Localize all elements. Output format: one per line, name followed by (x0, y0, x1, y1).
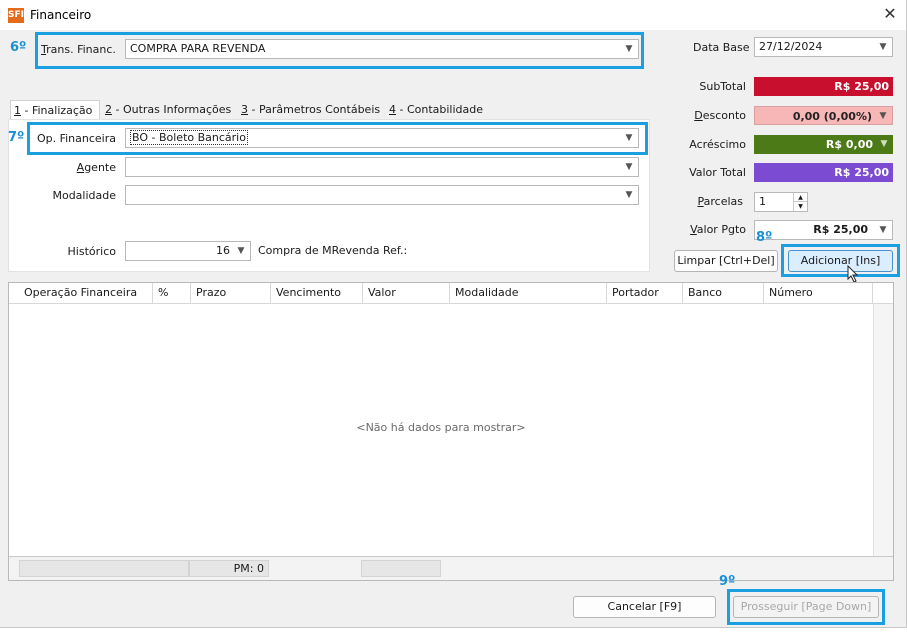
tab-finalizacao[interactable]: 1 - Finalização (10, 100, 100, 120)
financeiro-window: SFI Financeiro ✕ 6º Trans. Financ. COMPR… (0, 0, 907, 628)
chevron-down-icon[interactable]: ▼ (623, 158, 635, 176)
historico-description: Compra de MRevenda Ref.: (258, 244, 408, 257)
footer-cell (19, 560, 189, 577)
valor-pgto-value: R$ 25,00 (813, 223, 868, 236)
limpar-button[interactable]: Limpar [Ctrl+Del] (674, 250, 778, 272)
column-header[interactable]: Banco (683, 283, 764, 303)
annotation-8: 8º (756, 230, 773, 245)
agente-select[interactable]: ▼ (125, 157, 639, 177)
valor-total-label: Valor Total (689, 166, 746, 179)
data-base-value: 27/12/2024 (759, 40, 823, 53)
grid-header: Operação Financeira % Prazo Vencimento V… (9, 283, 893, 304)
valor-pgto-label: Valor Pgto (690, 223, 746, 236)
chevron-down-icon[interactable]: ▼ (877, 107, 889, 125)
column-header[interactable]: Valor (363, 283, 450, 303)
app-logo-icon: SFI (8, 8, 24, 23)
background-window-strip (0, 628, 907, 635)
op-financeira-select[interactable]: BO - Boleto Bancário ▼ (125, 128, 639, 148)
trans-financ-value: COMPRA PARA REVENDA (130, 42, 266, 55)
chevron-down-icon[interactable]: ▼ (623, 129, 635, 147)
column-header[interactable]: Vencimento (271, 283, 363, 303)
chevron-down-icon[interactable]: ▼ (623, 40, 635, 58)
subtotal-value: R$ 25,00 (754, 77, 893, 96)
chevron-down-icon[interactable]: ▼ (878, 135, 890, 153)
trans-financ-label: Trans. Financ. (41, 43, 116, 56)
valor-total-value: R$ 25,00 (754, 163, 893, 182)
adicionar-button[interactable]: Adicionar [Ins] (788, 250, 893, 272)
acrescimo-field[interactable]: R$ 0,00 ▼ (754, 135, 893, 154)
acrescimo-label: Acréscimo (689, 138, 746, 151)
desconto-field[interactable]: 0,00 (0,00%) ▼ (754, 106, 893, 125)
stepper-down-icon[interactable]: ▼ (793, 202, 807, 211)
prosseguir-button[interactable]: Prosseguir [Page Down] (733, 596, 879, 618)
parcelas-grid[interactable]: Operação Financeira % Prazo Vencimento V… (8, 282, 894, 581)
op-financeira-value: BO - Boleto Bancário (130, 130, 248, 145)
column-header[interactable]: Operação Financeira (19, 283, 153, 303)
footer-cell (361, 560, 441, 577)
subtotal-label: SubTotal (699, 80, 746, 93)
annotation-6: 6º (10, 40, 27, 55)
parcelas-value: 1 (759, 195, 766, 208)
mouse-cursor-icon (847, 264, 861, 283)
historico-value: 16 (216, 244, 230, 257)
cancelar-button[interactable]: Cancelar [F9] (573, 596, 716, 618)
tab-contabilidade[interactable]: 4 - Contabilidade (386, 100, 486, 120)
grid-footer: PM: 0 (9, 556, 893, 580)
annotation-9: 9º (719, 574, 736, 589)
annotation-7: 7º (8, 130, 25, 145)
data-base-field[interactable]: 27/12/2024 ▼ (754, 37, 893, 57)
chevron-down-icon[interactable]: ▼ (877, 221, 889, 239)
stepper-up-icon[interactable]: ▲ (793, 193, 807, 202)
modalidade-label: Modalidade (52, 189, 116, 202)
window-title: Financeiro (30, 8, 92, 22)
parcelas-label: Parcelas (697, 195, 743, 208)
trans-financ-select[interactable]: COMPRA PARA REVENDA ▼ (125, 39, 639, 59)
chevron-down-icon[interactable]: ▼ (235, 242, 247, 260)
historico-select[interactable]: 16 ▼ (125, 241, 251, 261)
title-bar: SFI Financeiro ✕ (0, 0, 906, 30)
acrescimo-value: R$ 0,00 (825, 138, 873, 151)
column-header[interactable]: Número (764, 283, 873, 303)
chevron-down-icon[interactable]: ▼ (877, 38, 889, 56)
valor-pgto-field[interactable]: R$ 25,00 ▼ (754, 220, 893, 240)
column-header[interactable]: Prazo (191, 283, 271, 303)
column-header[interactable]: Portador (607, 283, 683, 303)
column-header[interactable]: Modalidade (450, 283, 607, 303)
grid-empty-message: <Não há dados para mostrar> (356, 421, 526, 434)
op-financeira-label: Op. Financeira (36, 132, 116, 145)
pm-summary: PM: 0 (189, 560, 269, 577)
close-icon[interactable]: ✕ (880, 4, 900, 24)
agente-label: Agente (76, 161, 116, 174)
desconto-label: Desconto (694, 109, 746, 122)
modalidade-select[interactable]: ▼ (125, 185, 639, 205)
desconto-value: 0,00 (0,00%) (792, 110, 872, 123)
parcelas-stepper[interactable]: 1 ▲ ▼ (754, 192, 808, 212)
chevron-down-icon[interactable]: ▼ (623, 186, 635, 204)
tab-outras-informacoes[interactable]: 2 - Outras Informações (102, 100, 234, 120)
data-base-label: Data Base (693, 41, 750, 54)
grid-vertical-scrollbar[interactable] (873, 304, 893, 556)
tab-parametros-contabeis[interactable]: 3 - Parâmetros Contábeis (238, 100, 383, 120)
historico-label: Histórico (67, 245, 116, 258)
column-header[interactable]: % (153, 283, 191, 303)
